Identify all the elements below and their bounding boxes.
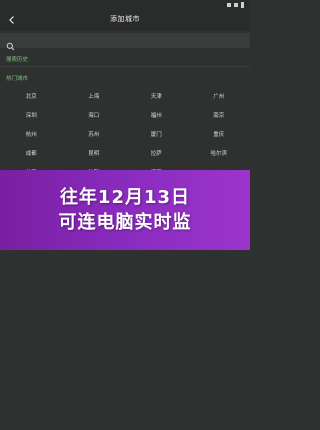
city-item[interactable]: 北京 [0,92,63,100]
city-item[interactable]: 海口 [63,111,126,119]
search-icon [6,36,15,51]
city-item[interactable]: 拉萨 [125,149,188,157]
status-bar [0,0,250,9]
city-item[interactable]: 厦门 [125,130,188,138]
battery-icon [241,1,244,8]
city-row: 深圳 海口 福州 南京 [0,105,250,124]
banner-line-2: 可连电脑实时监 [58,212,192,233]
search-bar[interactable] [0,33,250,51]
city-row: 杭州 苏州 厦门 重庆 [0,124,250,143]
city-item[interactable]: 福州 [125,111,188,119]
divider [0,66,250,67]
city-item[interactable]: 成都 [0,149,63,157]
city-row: 北京 上海 天津 广州 [0,86,250,105]
city-item[interactable]: 杭州 [0,130,63,138]
title-bar: 添加城市 [0,9,250,31]
city-row: 成都 昆明 拉萨 哈尔滨 [0,143,250,162]
city-item[interactable]: 天津 [125,92,188,100]
hot-cities-grid: 北京 上海 天津 广州 深圳 海口 福州 南京 杭州 苏州 厦门 重庆 成都 昆… [0,86,250,181]
city-item[interactable]: 重庆 [188,130,251,138]
status-icons [227,1,244,8]
city-item[interactable]: 南京 [188,111,251,119]
hot-cities-label: 热门城市 [6,76,29,82]
page-title: 添加城市 [110,15,140,23]
city-item[interactable]: 昆明 [63,149,126,157]
city-item[interactable]: 深圳 [0,111,63,119]
promo-banner: 往年12月13日 可连电脑实时监 [0,170,250,250]
content-area-empty [0,250,250,430]
signal-icon [227,2,231,7]
city-item[interactable]: 广州 [188,92,251,100]
city-item[interactable]: 哈尔滨 [188,149,251,157]
city-item[interactable]: 苏州 [63,130,126,138]
search-input[interactable] [18,35,243,46]
city-item[interactable]: 上海 [63,92,126,100]
banner-line-1: 往年12月13日 [59,187,191,208]
search-history-label: 搜索历史 [6,57,29,63]
wifi-icon [234,2,238,7]
